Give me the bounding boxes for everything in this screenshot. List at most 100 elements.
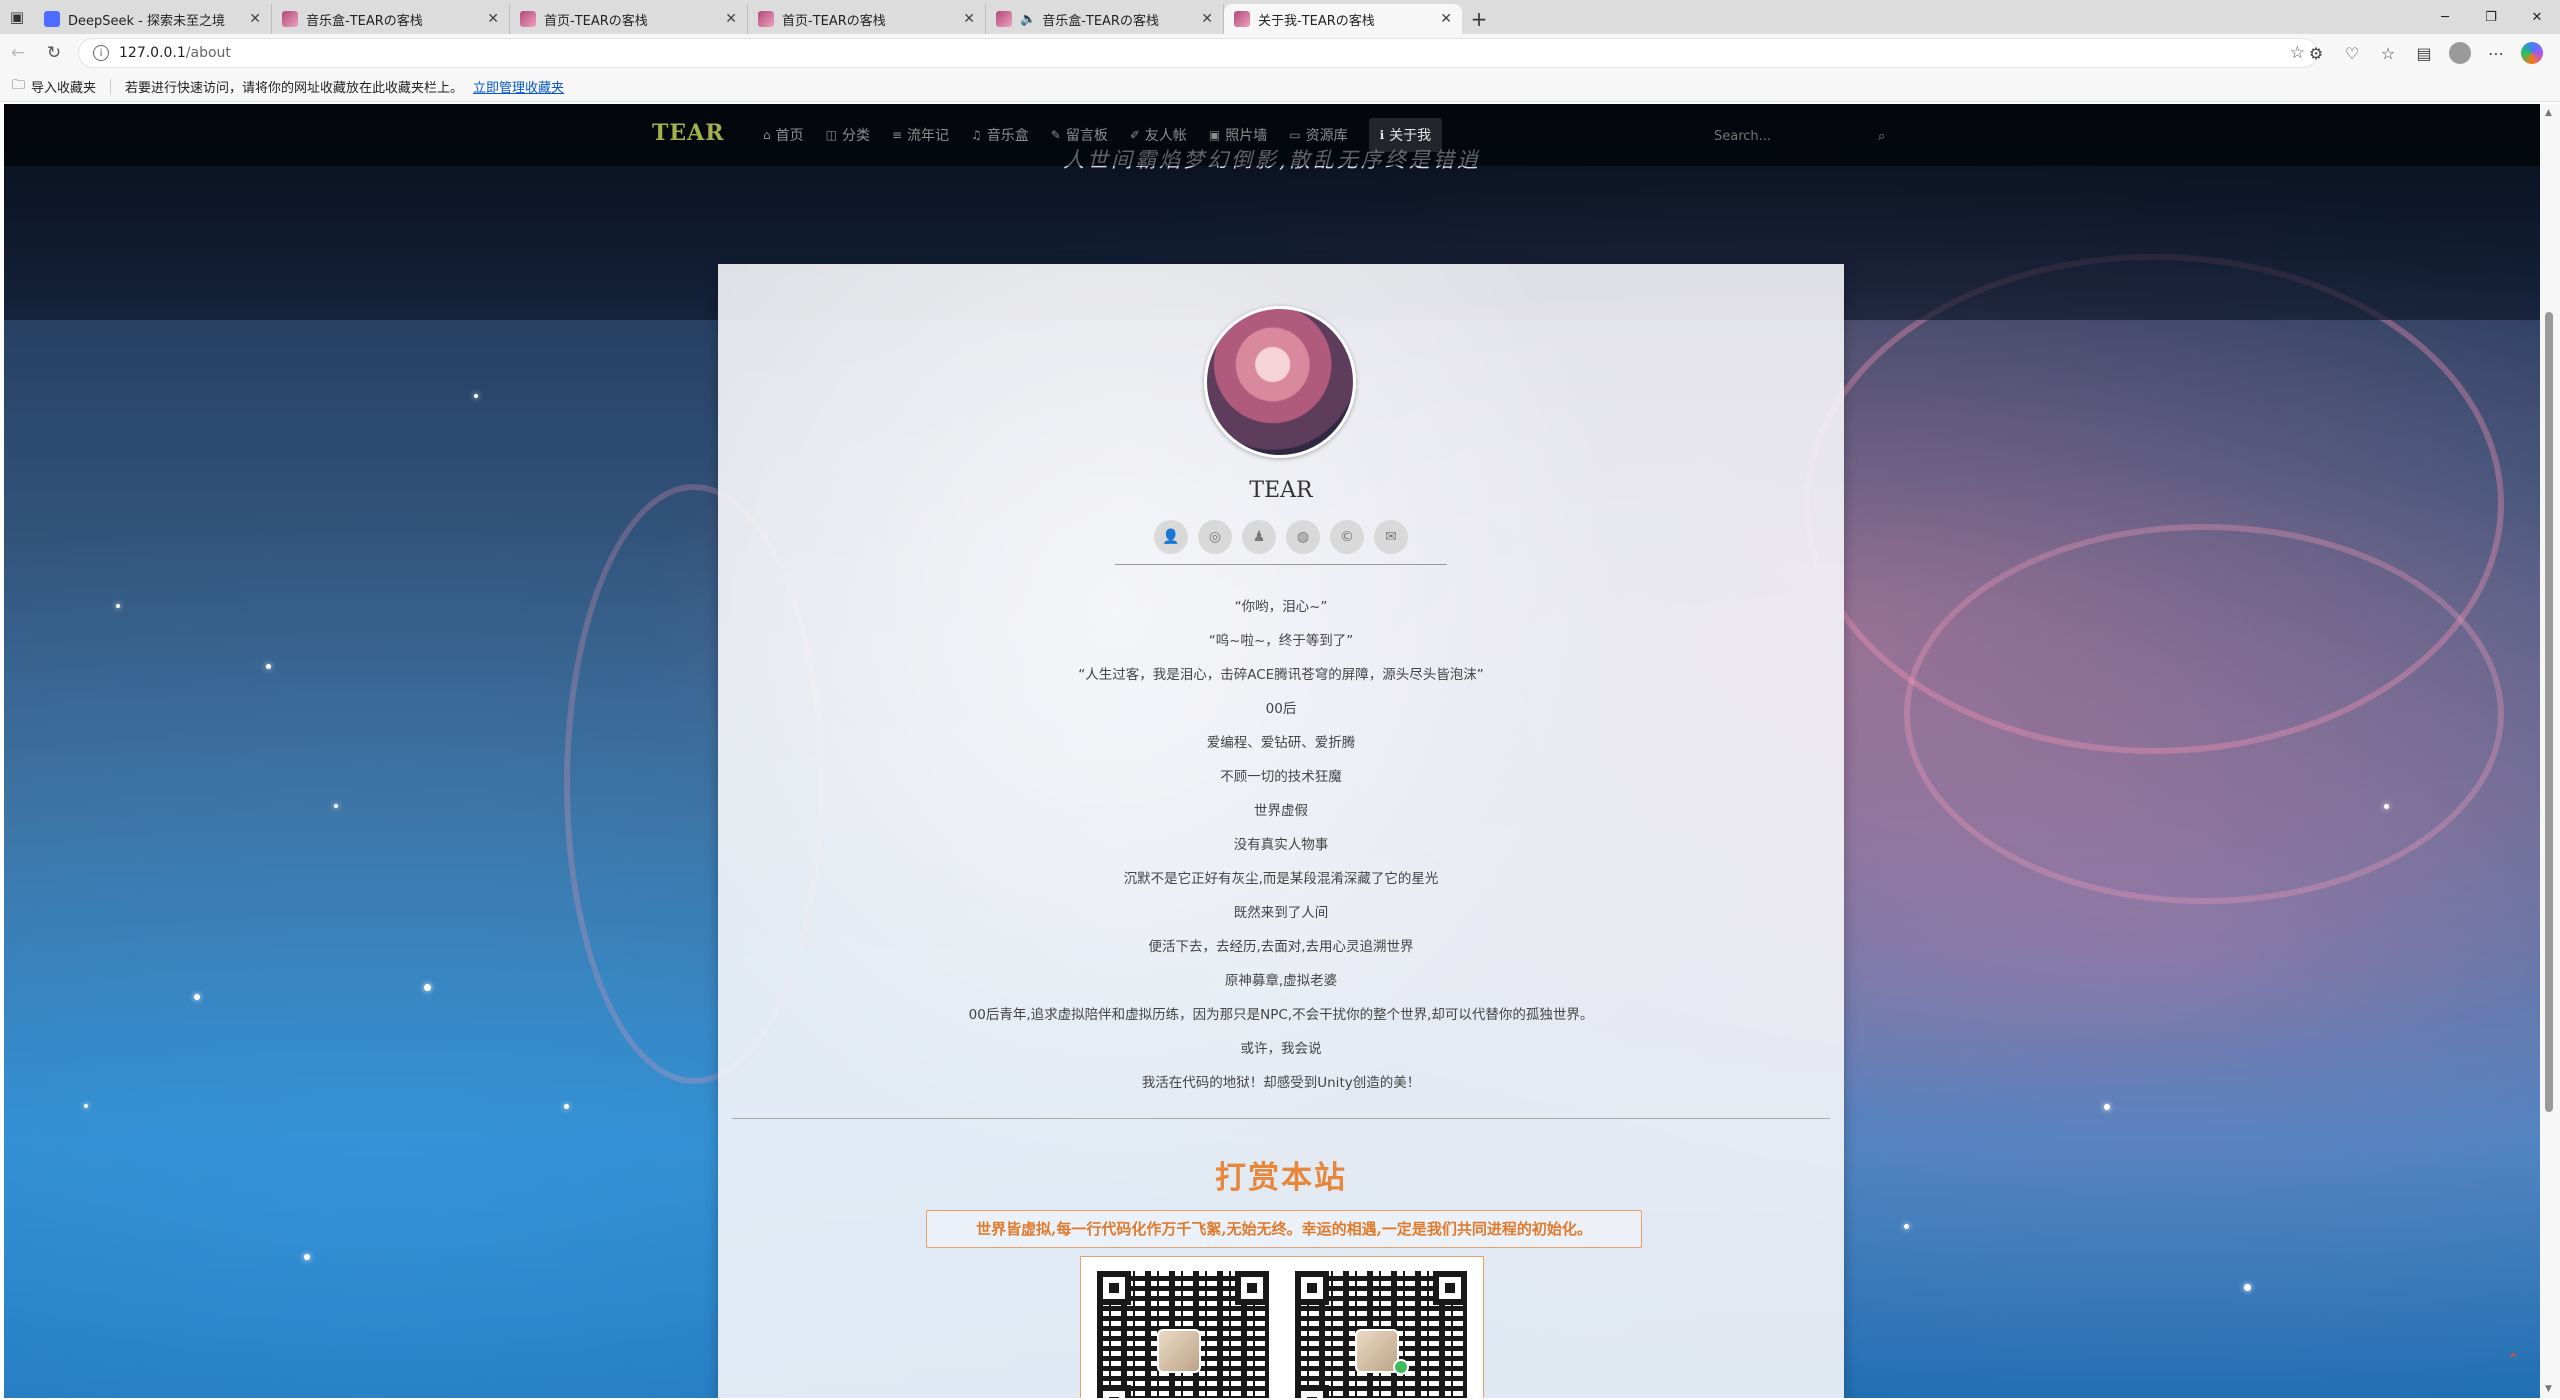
nav-item-photos[interactable]: ▣ 照片墙 <box>1198 118 1278 152</box>
nav-item-category[interactable]: ◫ 分类 <box>815 118 881 152</box>
tab-actions-icon[interactable]: ▣ <box>0 0 34 34</box>
scroll-up-icon[interactable]: ▲ <box>2545 108 2552 118</box>
background-art <box>424 984 431 991</box>
tab-music-1[interactable]: 音乐盒-TEARの客栈 ✕ <box>272 4 510 34</box>
background-art <box>564 1104 569 1109</box>
reward-quote: 世界皆虚拟,每一行代码化作万千飞絮,无始无终。幸运的相遇,一定是我们共同进程的初… <box>926 1210 1642 1248</box>
page-scrollbar[interactable]: ▲ ▼ <box>2540 104 2560 1398</box>
tab-about[interactable]: 关于我-TEARの客栈 ✕ <box>1224 4 1462 34</box>
check-icon <box>1393 1359 1409 1375</box>
background-art <box>194 994 200 1000</box>
qr-finder <box>1235 1271 1269 1305</box>
close-icon[interactable]: ✕ <box>249 11 261 27</box>
site-info-icon[interactable]: i <box>93 45 109 61</box>
minimize-icon[interactable]: ─ <box>2422 0 2468 34</box>
new-tab-button[interactable]: + <box>1462 4 1496 34</box>
bio-line: 原神募章,虚拟老婆 <box>1224 973 1338 989</box>
tab-strip: ▣ DeepSeek - 探索未至之境 ✕ 音乐盒-TEARの客栈 ✕ 首页-T… <box>0 0 2560 34</box>
bio-line: “人生过客，我是泪心，击碎ACE腾讯苍穹的屏障，源头尽头皆泡沫” <box>1078 667 1484 683</box>
nav-item-about[interactable]: ℹ 关于我 <box>1368 118 1443 152</box>
nav-menu: ⌂ 首页 ◫ 分类 ≡ 流年记 ♫ 音乐盒 ✎ 留言板 ✐ 友人帐 ▣ 照片墙 ▭ 资源库 ℹ关… <box>752 118 1443 152</box>
profile-name: TEAR <box>1249 478 1313 503</box>
wechat-icon[interactable]: ◎ <box>1198 520 1232 554</box>
more-icon[interactable]: ⋯ <box>2478 38 2514 68</box>
bio-line: 我活在代码的地狱！却感受到Unity创造的美！ <box>1141 1075 1421 1091</box>
address-input[interactable]: i 127.0.0.1/about ☆ <box>78 38 2318 68</box>
copyright-icon[interactable]: © <box>1330 520 1364 554</box>
nav-label: 留言板 <box>1065 128 1108 144</box>
manage-favorites-link[interactable]: 立即管理收藏夹 <box>473 77 564 96</box>
qr-finder <box>1433 1271 1467 1305</box>
bio-line: 没有真实人物事 <box>1233 837 1329 853</box>
reward-qr-codes <box>1080 1256 1484 1398</box>
refresh-icon[interactable]: ↻ <box>36 35 72 71</box>
url-host: 127.0.0.1 <box>119 45 186 61</box>
home-icon: ⌂ <box>763 128 771 142</box>
nav-item-guestbook[interactable]: ✎ 留言板 <box>1040 118 1119 152</box>
extensions-icon[interactable]: ⚙ <box>2298 38 2334 68</box>
nav-item-resources[interactable]: ▭ 资源库 <box>1278 118 1358 152</box>
site-search: ⌕ <box>1712 122 1908 150</box>
site-icon <box>996 11 1012 27</box>
qr-finder <box>1295 1385 1329 1398</box>
tab-home-1[interactable]: 首页-TEARの客栈 ✕ <box>510 4 748 34</box>
folder-icon: ▭ <box>1289 128 1301 142</box>
github-icon[interactable]: ◍ <box>1286 520 1320 554</box>
info-icon: ℹ <box>1379 128 1385 142</box>
background-art <box>116 604 120 608</box>
site-logo[interactable]: TEAR <box>652 120 725 146</box>
close-icon[interactable]: ✕ <box>1440 11 1452 27</box>
nav-label: 友人帐 <box>1144 128 1187 144</box>
close-icon[interactable]: ✕ <box>487 11 499 27</box>
window-controls: ─ ❐ ✕ <box>2422 0 2560 34</box>
background-art <box>1904 524 2504 904</box>
reward-title: 打赏本站 <box>1215 1160 1347 1196</box>
tab-title: 关于我-TEARの客栈 <box>1258 13 1375 29</box>
wechat-qr-code <box>1295 1271 1467 1398</box>
url-path: /about <box>185 45 231 61</box>
tab-title: 首页-TEARの客栈 <box>544 13 648 29</box>
close-icon[interactable]: ✕ <box>1201 11 1213 27</box>
tab-music-2[interactable]: 🔈 音乐盒-TEARの客栈 ✕ <box>986 4 1224 34</box>
close-icon[interactable]: ✕ <box>725 11 737 27</box>
message-icon: ✎ <box>1050 128 1061 142</box>
collections-icon[interactable]: ▤ <box>2406 38 2442 68</box>
profile-avatar[interactable] <box>2449 42 2471 64</box>
qr-finder <box>1097 1385 1131 1398</box>
search-input[interactable] <box>1712 127 1872 145</box>
search-icon[interactable]: ⌕ <box>1878 129 1885 144</box>
qr-logo <box>1157 1329 1201 1373</box>
nav-item-music[interactable]: ♫ 音乐盒 <box>960 118 1040 152</box>
site-icon <box>282 11 298 27</box>
qr-finder <box>1295 1271 1329 1305</box>
import-favorites-button[interactable]: 🗀 导入收藏夹 <box>12 76 96 98</box>
browser-essentials-icon[interactable]: ♡ <box>2334 38 2370 68</box>
bio-line: 00后 <box>1265 701 1297 717</box>
tab-deepseek[interactable]: DeepSeek - 探索未至之境 ✕ <box>34 4 272 34</box>
nav-item-home[interactable]: ⌂ 首页 <box>752 118 815 152</box>
back-icon[interactable]: ← <box>0 35 36 71</box>
nav-item-timeline[interactable]: ≡ 流年记 <box>881 118 960 152</box>
background-art <box>84 1104 88 1108</box>
favorites-icon[interactable]: ☆ <box>2370 38 2406 68</box>
background-art <box>1904 1224 1909 1229</box>
user-icon[interactable]: 👤 <box>1154 520 1188 554</box>
mail-icon[interactable]: ✉ <box>1374 520 1408 554</box>
restore-icon[interactable]: ❐ <box>2468 0 2514 34</box>
list-icon: ≡ <box>891 128 903 142</box>
page-viewport: 人世间霸焰梦幻倒影,散乱无序终是错逍 TEAR ⌂首页 ◫分类 ≡流年记 ♫音乐… <box>4 104 2540 1398</box>
scroll-to-top-icon[interactable]: ⌃ <box>2507 1350 2520 1369</box>
qq-icon[interactable]: ♟ <box>1242 520 1276 554</box>
nav-label: 首页 <box>775 128 804 144</box>
alipay-qr-code <box>1097 1271 1269 1398</box>
nav-item-friends[interactable]: ✐ 友人帐 <box>1119 118 1198 152</box>
scrollbar-thumb[interactable] <box>2545 312 2553 1112</box>
pen-icon: ✐ <box>1129 128 1140 142</box>
scroll-down-icon[interactable]: ▼ <box>2545 1384 2552 1394</box>
close-window-icon[interactable]: ✕ <box>2514 0 2560 34</box>
tab-home-2[interactable]: 首页-TEARの客栈 ✕ <box>748 4 986 34</box>
close-icon[interactable]: ✕ <box>963 11 975 27</box>
speaker-icon[interactable]: 🔈 <box>1020 12 1036 27</box>
copilot-icon[interactable] <box>2521 42 2543 64</box>
bio-line: 既然来到了人间 <box>1233 905 1329 921</box>
